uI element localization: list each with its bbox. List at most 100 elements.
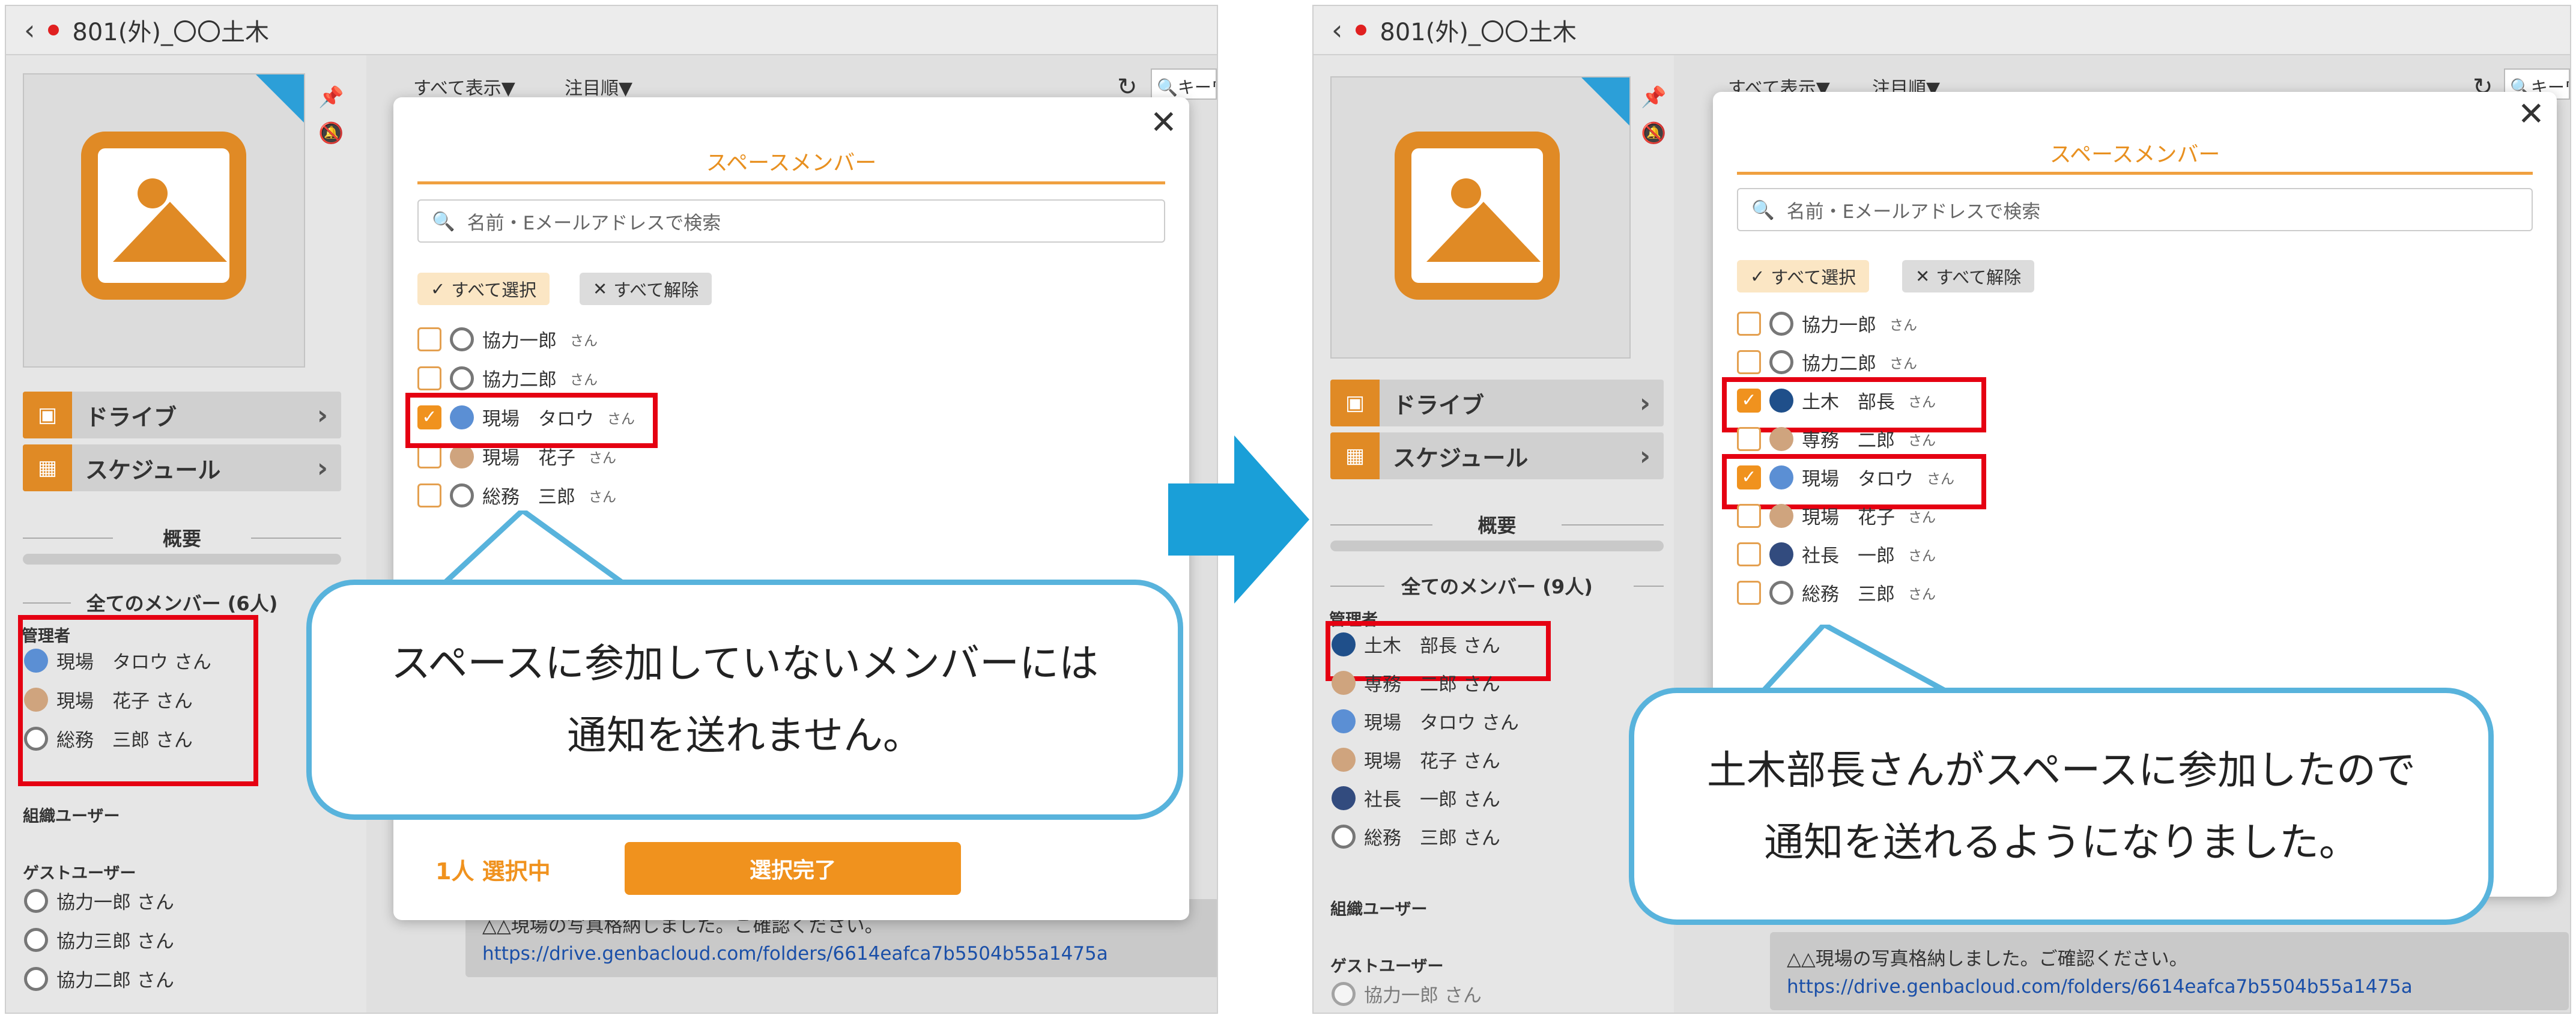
overview-heading: 概要 xyxy=(1330,511,1664,538)
all-members-heading: 全てのメンバー (6人) xyxy=(23,589,341,616)
member-search-input[interactable]: 🔍 名前・Eメールアドレスで検索 xyxy=(417,199,1165,243)
member-item[interactable]: 総務 三郎 さん xyxy=(1332,823,1500,850)
mute-icon[interactable]: 🔕 xyxy=(318,115,344,151)
highlight-box xyxy=(1722,377,1986,432)
avatar xyxy=(24,927,48,952)
all-members-heading: 全てのメンバー (9人) xyxy=(1330,572,1664,599)
member-item[interactable]: 社長 一郎 さん xyxy=(1332,784,1500,811)
select-all-button[interactable]: ✓ すべて選択 xyxy=(417,273,550,305)
back-icon[interactable]: ‹ xyxy=(1332,14,1342,46)
member-row[interactable]: 協力一郎 さん xyxy=(417,326,598,353)
check-icon: ✓ xyxy=(1750,266,1765,286)
member-row[interactable]: 現場 花子 さん xyxy=(1737,502,1936,529)
member-item[interactable]: 協力一郎 さん xyxy=(24,887,174,914)
guest-users-label: ゲストユーザー xyxy=(23,864,136,883)
checkbox[interactable] xyxy=(1737,311,1761,336)
screenshot-before: ‹ 801(外)_〇〇土木 📌 🔕 ▣ ドライブ › ▦ スケジュール › 概要… xyxy=(5,5,1218,1014)
guest-users-label: ゲストユーザー xyxy=(1330,957,1444,976)
checkbox[interactable] xyxy=(417,483,441,507)
back-icon[interactable]: ‹ xyxy=(24,14,35,46)
calendar-icon: ▦ xyxy=(23,444,72,491)
space-thumbnail[interactable] xyxy=(23,73,305,368)
select-all-button[interactable]: ✓ すべて選択 xyxy=(1737,260,1870,292)
member-item[interactable]: 現場 タロウ さん xyxy=(1332,707,1519,735)
overview-bar xyxy=(23,554,341,565)
highlight-box xyxy=(405,393,658,448)
checkbox[interactable] xyxy=(417,366,441,390)
close-icon[interactable]: ✕ xyxy=(1150,103,1177,141)
drive-button[interactable]: ▣ ドライブ › xyxy=(23,392,341,438)
title-underline xyxy=(1737,172,2533,175)
checkbox[interactable] xyxy=(1737,350,1761,374)
schedule-label: スケジュール xyxy=(85,456,221,483)
member-item[interactable]: 協力一郎 さん xyxy=(1332,980,1482,1007)
member-row[interactable]: 社長 一郎 さん xyxy=(1737,541,1936,568)
confirm-selection-button[interactable]: 選択完了 xyxy=(625,842,961,895)
member-row[interactable]: 協力二郎 さん xyxy=(1737,348,1917,375)
sort-dropdown[interactable]: 注目順▼ xyxy=(565,73,632,100)
image-icon xyxy=(81,132,246,300)
space-thumbnail[interactable] xyxy=(1330,76,1631,359)
avatar xyxy=(1769,580,1793,605)
avatar xyxy=(1332,981,1356,1006)
checkbox[interactable] xyxy=(1737,580,1761,605)
checkbox[interactable] xyxy=(1737,426,1761,451)
callout-after: 土木部長さんがスペースに参加したので 通知を送れるようになりました。 xyxy=(1629,688,2494,925)
check-icon: ✓ xyxy=(431,279,446,299)
chevron-right-icon: › xyxy=(317,399,328,431)
member-item[interactable]: 専務 二郎 さん xyxy=(1332,669,1500,696)
status-dot xyxy=(1356,25,1367,35)
avatar xyxy=(1332,786,1356,810)
title-underline xyxy=(417,181,1165,184)
deselect-all-button[interactable]: ✕ すべて解除 xyxy=(580,273,712,305)
arrow-right-icon xyxy=(1168,435,1309,604)
member-row[interactable]: 総務 三郎 さん xyxy=(1737,579,1936,606)
side-icons: 📌 🔕 xyxy=(318,79,344,151)
deselect-all-button[interactable]: ✕ すべて解除 xyxy=(1902,260,2035,292)
side-icons: 📌 🔕 xyxy=(1641,79,1666,151)
mute-icon[interactable]: 🔕 xyxy=(1641,115,1666,151)
message-card: △△現場の写真格納しました。ご確認ください。 https://drive.gen… xyxy=(1770,932,2569,1010)
member-row[interactable]: 協力一郎 さん xyxy=(1737,310,1917,337)
member-item[interactable]: 現場 花子 さん xyxy=(1332,746,1500,773)
avatar xyxy=(450,327,474,351)
highlight-box xyxy=(1722,454,1986,509)
avatar xyxy=(450,366,474,390)
message-text: △△現場の写真格納しました。ご確認ください。 xyxy=(1787,948,2188,970)
modal-title: スペースメンバー xyxy=(706,151,877,175)
overview-bar xyxy=(1330,541,1664,551)
member-item[interactable]: 協力三郎 さん xyxy=(24,926,174,953)
checkbox[interactable] xyxy=(1737,542,1761,566)
checkbox[interactable] xyxy=(417,327,441,351)
close-icon[interactable]: ✕ xyxy=(2518,95,2545,133)
member-item[interactable]: 協力二郎 さん xyxy=(24,965,174,992)
pin-icon[interactable]: 📌 xyxy=(1641,79,1666,115)
filter-dropdown[interactable]: すべて表示▼ xyxy=(413,73,515,100)
drive-button[interactable]: ▣ ドライブ › xyxy=(1330,380,1664,426)
avatar xyxy=(1332,747,1356,772)
calendar-icon: ▦ xyxy=(1330,432,1380,479)
schedule-button[interactable]: ▦ スケジュール › xyxy=(23,444,341,491)
avatar xyxy=(1769,426,1793,451)
space-header: ‹ 801(外)_〇〇土木 xyxy=(6,6,1217,55)
message-link[interactable]: https://drive.genbacloud.com/folders/661… xyxy=(1787,976,2413,998)
drive-icon: ▣ xyxy=(23,392,72,438)
avatar xyxy=(1769,542,1793,566)
member-row[interactable]: 総務 三郎 さん xyxy=(417,482,616,509)
schedule-button[interactable]: ▦ スケジュール › xyxy=(1330,432,1664,479)
chevron-right-icon: › xyxy=(1639,440,1650,471)
pin-icon[interactable]: 📌 xyxy=(318,79,344,115)
member-search-input[interactable]: 🔍 名前・Eメールアドレスで検索 xyxy=(1737,188,2533,231)
member-row[interactable]: 協力二郎 さん xyxy=(417,365,598,392)
member-row[interactable]: 専務 二郎 さん xyxy=(1737,425,1936,452)
avatar xyxy=(24,888,48,913)
org-users-label: 組織ユーザー xyxy=(23,807,120,826)
space-header: ‹ 801(外)_〇〇土木 xyxy=(1314,6,2570,55)
avatar xyxy=(1769,503,1793,528)
message-link[interactable]: https://drive.genbacloud.com/folders/661… xyxy=(482,943,1108,965)
chevron-right-icon: › xyxy=(317,452,328,483)
timeline-search[interactable]: 🔍キーワ xyxy=(1151,68,1217,100)
checkbox[interactable] xyxy=(1737,503,1761,528)
drive-icon: ▣ xyxy=(1330,380,1380,426)
callout-before: スペースに参加していないメンバーには 通知を送れません。 xyxy=(306,580,1183,820)
